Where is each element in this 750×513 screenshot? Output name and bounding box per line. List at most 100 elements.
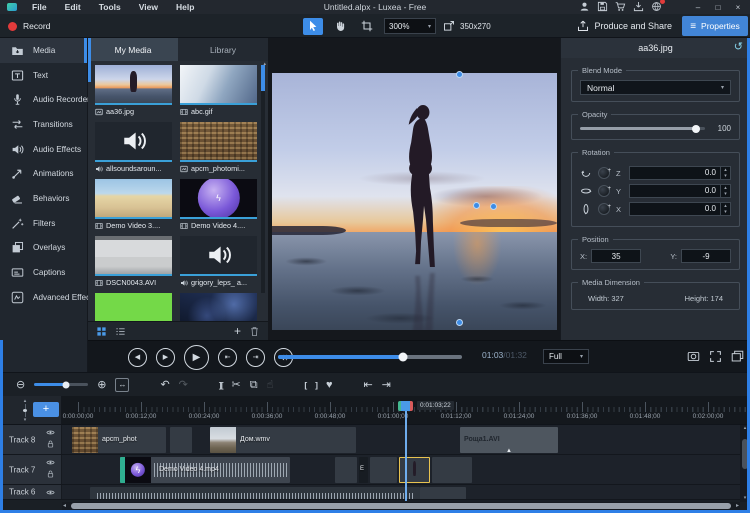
sidebar-item-overlays[interactable]: Overlays — [0, 236, 87, 261]
close-button[interactable]: × — [730, 0, 746, 14]
sidebar-item-media[interactable]: Media — [0, 38, 87, 63]
timeline-clip[interactable] — [370, 457, 397, 483]
rotation-input[interactable]: 0.0 ▴ ▾ — [629, 166, 731, 180]
menu-edit[interactable]: Edit — [58, 0, 88, 14]
rotation-ball-icon[interactable]: + — [598, 203, 611, 215]
crop-tool-button[interactable] — [357, 18, 377, 35]
jump-start-icon[interactable]: ⇤ — [364, 379, 373, 391]
timeline-clip[interactable] — [90, 487, 420, 499]
track-header[interactable]: Track 8 — [0, 425, 62, 454]
maximize-button[interactable]: □ — [710, 0, 726, 14]
media-item[interactable] — [180, 293, 257, 321]
globe-button[interactable] — [651, 0, 665, 12]
spin-down-icon[interactable]: ▾ — [721, 209, 730, 215]
slider-knob[interactable] — [62, 381, 70, 388]
sidebar-item-behaviors[interactable]: Behaviors — [0, 186, 87, 211]
rotation-ball-icon[interactable]: + — [598, 185, 611, 197]
menu-help[interactable]: Help — [169, 0, 201, 14]
timeline-clip[interactable] — [399, 457, 430, 483]
timeline-zoom-slider[interactable] — [34, 381, 89, 388]
seek-bar[interactable] — [278, 352, 462, 362]
download-button[interactable] — [633, 1, 644, 12]
scrollbar-thumb[interactable] — [261, 65, 265, 91]
opacity-slider[interactable] — [580, 124, 705, 133]
preview-image[interactable] — [272, 73, 557, 330]
zoom-in-icon[interactable]: ⊕ — [97, 379, 106, 391]
undo-icon[interactable]: ↶ — [160, 379, 169, 391]
seek-knob[interactable] — [398, 352, 408, 362]
track-header[interactable]: Track 7 — [0, 455, 62, 484]
split-icon[interactable]: ][ — [219, 379, 224, 391]
media-item[interactable] — [95, 293, 172, 321]
timeline-clip[interactable]: E — [359, 457, 368, 483]
sidebar-item-filters[interactable]: Filters — [0, 211, 87, 236]
list-view-button[interactable] — [115, 326, 126, 337]
properties-button[interactable]: ≡ Properties — [682, 16, 748, 36]
media-item[interactable]: Demo Video 3.... — [95, 179, 172, 231]
scrollbar-thumb[interactable] — [71, 503, 731, 509]
media-item[interactable]: Demo Video 4.... — [180, 179, 257, 231]
scroll-right-icon[interactable]: ▸ — [736, 502, 739, 510]
spinner-buttons[interactable]: ▴ ▾ — [720, 185, 730, 197]
rotation-input[interactable]: 0.0 ▴ ▾ — [629, 184, 731, 198]
sidebar-item-transitions[interactable]: Transitions — [0, 112, 87, 137]
snapshot-button[interactable] — [687, 350, 700, 363]
timeline-clip[interactable]: Роща1.AVI ▲ — [460, 427, 558, 453]
timeline-clip[interactable]: Demo Video 4.mp4 — [120, 457, 290, 483]
track-height-slider[interactable]: ▴ ▾ — [20, 398, 30, 423]
sidebar-item-advanced-effects[interactable]: Advanced Effects — [0, 285, 97, 310]
sidebar-item-captions[interactable]: Captions — [0, 260, 87, 285]
scroll-left-icon[interactable]: ◂ — [63, 502, 66, 510]
user-button[interactable] — [579, 1, 590, 12]
track-header[interactable]: Track 6 — [0, 485, 62, 499]
canvas-size-control[interactable]: 350x270 — [443, 20, 491, 32]
menu-tools[interactable]: Tools — [92, 0, 128, 14]
frames-button[interactable] — [731, 350, 744, 363]
jump-end-button[interactable]: ⇥ — [246, 347, 265, 367]
jump-end-icon[interactable]: ⇥ — [382, 379, 391, 391]
quality-select[interactable]: Full ▾ — [543, 349, 589, 364]
play-button[interactable]: ▶ — [184, 344, 209, 370]
media-item[interactable]: DSCN0043.AVI — [95, 236, 172, 288]
step-back-button[interactable]: ◀ — [128, 347, 147, 367]
marker-icon[interactable]: ♥ — [326, 379, 333, 391]
copy-icon[interactable]: ⧉ — [250, 379, 258, 391]
select-tool-button[interactable] — [303, 17, 323, 35]
sidebar-item-text[interactable]: Text — [0, 63, 87, 88]
timeline-clip[interactable]: apcm_phot — [72, 427, 166, 453]
position-x-input[interactable]: 35 — [591, 249, 642, 263]
tab-library[interactable]: Library — [178, 38, 268, 61]
add-track-button[interactable]: + — [33, 402, 59, 417]
spin-down-icon[interactable]: ▾ — [721, 173, 730, 179]
sidebar-item-audio-effects[interactable]: Audio Effects — [0, 137, 87, 162]
selection-handle-bottom[interactable] — [456, 319, 463, 326]
tab-my-media[interactable]: My Media — [88, 38, 178, 61]
menu-file[interactable]: File — [25, 0, 54, 14]
sidebar-item-animations[interactable]: Animations — [0, 161, 87, 186]
delete-media-button[interactable] — [249, 326, 260, 337]
timeline-clip[interactable] — [335, 457, 357, 483]
fit-timeline-icon[interactable]: ↔ — [115, 377, 130, 392]
horizontal-scrollbar[interactable]: ◂ ▸ — [62, 502, 740, 510]
media-scrollbar[interactable] — [261, 65, 265, 293]
blend-mode-select[interactable]: Normal ▾ — [580, 80, 731, 95]
grid-view-button[interactable] — [96, 326, 107, 337]
timeline-clip[interactable] — [170, 427, 192, 453]
preview-stage[interactable] — [268, 38, 560, 340]
timeline-clip[interactable] — [420, 487, 466, 499]
playhead-line[interactable] — [405, 402, 407, 501]
menu-view[interactable]: View — [132, 0, 165, 14]
spinner-buttons[interactable]: ▴ ▾ — [720, 203, 730, 215]
reset-icon[interactable]: ↺ — [734, 41, 743, 54]
timeline-clip[interactable]: Дом.wmv — [210, 427, 356, 453]
selection-handle-rotate[interactable] — [473, 202, 480, 209]
spinner-buttons[interactable]: ▴ ▾ — [720, 167, 730, 179]
media-item[interactable]: apcm_photomi... — [180, 122, 257, 174]
cart-button[interactable] — [615, 1, 626, 12]
zoom-select[interactable]: 300% ▾ — [384, 18, 436, 34]
mark-in-icon[interactable]: [ — [304, 379, 307, 391]
spin-down-icon[interactable]: ▾ — [721, 191, 730, 197]
jump-start-button[interactable]: ⇤ — [218, 347, 237, 367]
add-media-button[interactable]: + — [234, 325, 241, 337]
cut-icon[interactable]: ✂ — [232, 379, 241, 391]
